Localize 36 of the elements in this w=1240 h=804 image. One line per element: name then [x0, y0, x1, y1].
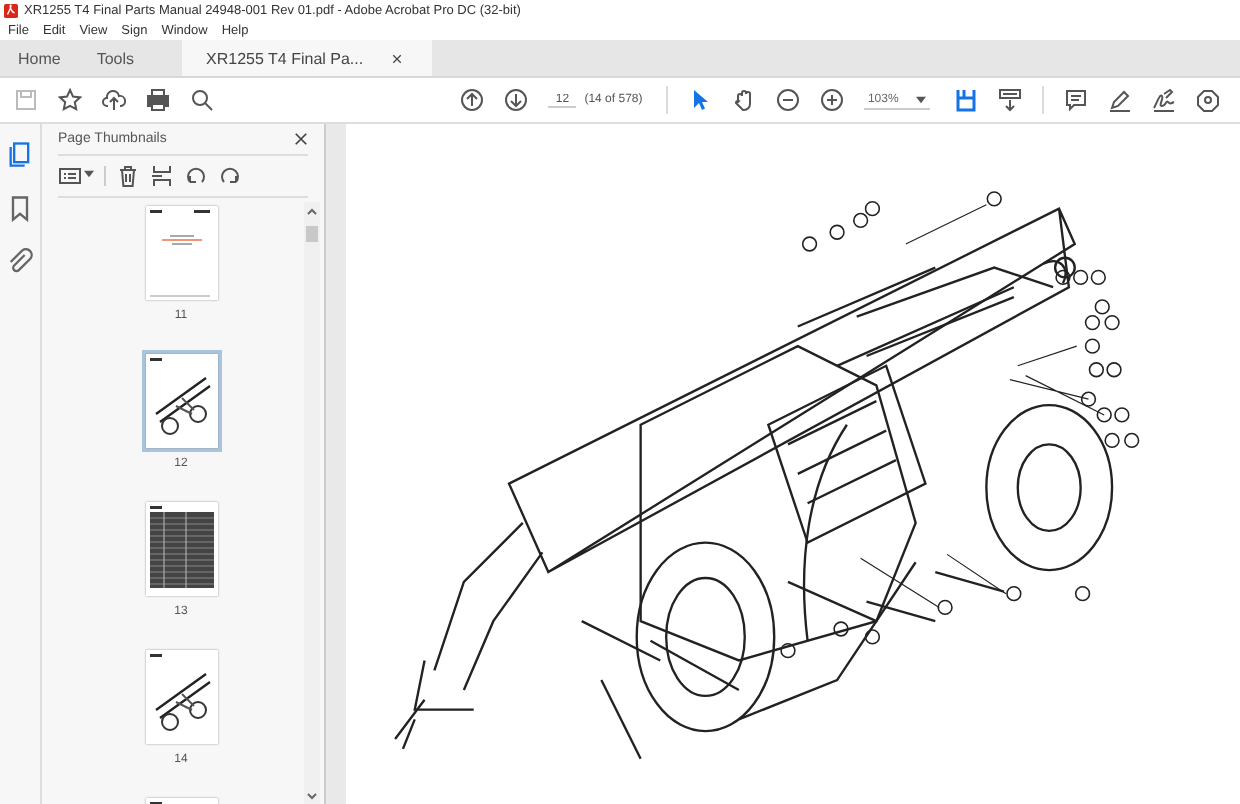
close-icon[interactable] — [294, 132, 308, 146]
zoom-out-icon[interactable] — [775, 88, 800, 112]
search-icon[interactable] — [190, 88, 214, 112]
stamp-icon[interactable] — [1196, 88, 1221, 112]
page-thumbnail[interactable] — [141, 350, 221, 452]
scroll-thumb[interactable] — [306, 226, 318, 242]
paperclip-icon[interactable] — [6, 248, 34, 276]
pen-icon[interactable] — [1108, 88, 1133, 112]
caret-icon[interactable] — [916, 95, 927, 103]
rotate-right-icon[interactable] — [218, 164, 242, 188]
signature-icon[interactable] — [1152, 88, 1177, 112]
tab[interactable]: Tools — [78, 40, 153, 76]
page-thumbnail[interactable] — [141, 202, 221, 304]
fit-page-icon[interactable] — [954, 88, 979, 112]
tab[interactable]: Home — [0, 40, 79, 76]
print-icon[interactable] — [146, 88, 170, 112]
zoom-in-icon[interactable] — [819, 88, 844, 112]
close-tab-icon[interactable] — [391, 53, 402, 63]
caret-icon[interactable] — [84, 170, 94, 178]
page-thumbnail[interactable] — [141, 498, 221, 600]
options-icon[interactable] — [58, 164, 82, 188]
rotate-left-icon[interactable] — [184, 164, 208, 188]
page-up-icon[interactable] — [460, 88, 485, 112]
star-icon[interactable] — [58, 88, 82, 112]
scrollbar[interactable] — [304, 202, 320, 804]
hand-icon[interactable] — [731, 88, 756, 112]
pages-icon[interactable] — [6, 140, 34, 168]
cloud-upload-icon[interactable] — [102, 88, 126, 112]
delete-icon[interactable] — [116, 164, 140, 188]
scroll-mode-icon[interactable] — [998, 88, 1023, 112]
page-thumbnail[interactable] — [141, 646, 221, 748]
page-down-icon[interactable] — [504, 88, 529, 112]
insert-page-icon[interactable] — [150, 164, 174, 188]
bookmark-icon[interactable] — [6, 194, 34, 222]
comment-icon[interactable] — [1064, 88, 1089, 112]
tab[interactable]: XR1255 T4 Final Pa... — [182, 40, 433, 76]
